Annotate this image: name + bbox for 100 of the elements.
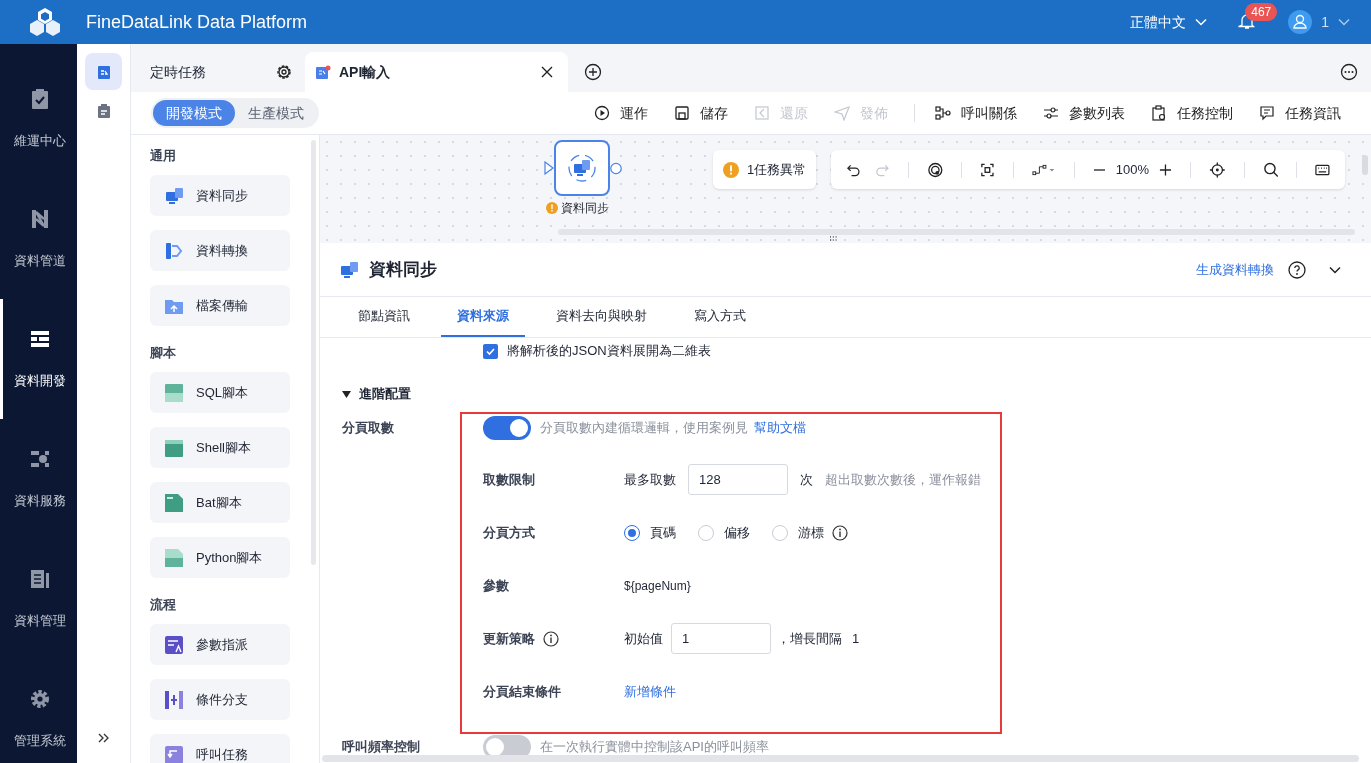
palette-item[interactable]: Bat腳本 (150, 482, 290, 523)
more-icon[interactable] (1340, 63, 1358, 81)
section-tab[interactable]: 資料去向與映射 (540, 296, 663, 337)
call-task-icon (164, 744, 184, 763)
toolbar-button[interactable]: 儲存 (674, 102, 728, 124)
input-field[interactable]: 128 (688, 464, 788, 495)
palette-item[interactable]: Shell腳本 (150, 427, 290, 468)
field-label: 更新策略 (483, 629, 535, 648)
revert-icon (754, 105, 770, 121)
field-label: 分頁結束條件 (483, 682, 561, 701)
nav-item[interactable]: 維運中心 (0, 59, 77, 179)
palette-item[interactable]: 資料轉換 (150, 230, 290, 271)
locate-icon[interactable] (1208, 160, 1226, 179)
help-icon[interactable] (1288, 260, 1306, 279)
step-value: 1 (852, 629, 860, 648)
mode-tab[interactable]: 開發模式 (153, 100, 235, 126)
clipboard-gear-icon (1151, 105, 1167, 121)
assign-icon (164, 634, 184, 655)
field-label: 初始值 (624, 629, 663, 648)
save-icon (674, 105, 690, 121)
message-icon (1259, 105, 1275, 121)
field-label: 呼叫頻率控制 (341, 738, 421, 757)
branch-icon (164, 689, 184, 710)
tab[interactable]: 定時任務 (131, 52, 305, 92)
section-title: 腳本 (150, 344, 177, 362)
palette-item[interactable]: SQL腳本 (150, 372, 290, 413)
radio-option[interactable]: 偏移 (698, 522, 750, 543)
server-icon (340, 259, 360, 280)
scrollbar[interactable] (322, 755, 1359, 762)
language-selector[interactable]: 正體中文 (1130, 11, 1209, 33)
settings-icon[interactable] (275, 63, 293, 81)
palette-item[interactable]: Python腳本 (150, 537, 290, 578)
task-node[interactable] (554, 140, 610, 196)
toolbar-button[interactable]: 任務資訊 (1259, 102, 1341, 124)
app-title: FineDataLink Data Platform (86, 10, 308, 34)
field-label: 取數限制 (483, 470, 535, 489)
output-port-icon[interactable] (610, 161, 622, 175)
section-header[interactable]: 進階配置 (359, 384, 411, 404)
keyboard-icon[interactable] (1315, 162, 1330, 177)
toggle-switch[interactable] (483, 416, 531, 440)
play-icon (594, 105, 610, 121)
avatar-icon[interactable] (1288, 10, 1313, 34)
toolbar-button[interactable]: 參數列表 (1043, 102, 1125, 124)
scrollbar[interactable] (1362, 155, 1368, 175)
help-text: 分頁取數內建循環邏輯，使用案例見 (540, 419, 748, 438)
add-condition-link[interactable]: 新增條件 (624, 681, 676, 702)
flow-icon (935, 105, 951, 121)
input-field[interactable]: 1 (671, 623, 771, 654)
caret-icon[interactable] (342, 389, 351, 399)
field-label: 分頁取數 (341, 419, 395, 438)
radio-option[interactable]: 頁碼 (624, 522, 676, 543)
section-title: 通用 (150, 147, 177, 165)
sql-file-icon (164, 382, 184, 403)
add-tab-icon[interactable] (584, 63, 602, 81)
zoom-in-icon[interactable] (1159, 162, 1172, 177)
checkbox[interactable] (483, 343, 498, 359)
nav-item[interactable]: 管理系統 (0, 659, 77, 763)
bat-file-icon (164, 492, 184, 513)
help-doc-link[interactable]: 幫助文檔 (754, 418, 806, 438)
toolbar-button[interactable]: 呼叫關係 (935, 102, 1017, 124)
generate-link[interactable]: 生成資料轉換 (1196, 259, 1274, 280)
palette-item[interactable]: 參數指派 (150, 624, 290, 665)
expand-icon[interactable] (96, 731, 111, 745)
nav-item[interactable]: 資料服務 (0, 419, 77, 539)
palette-item[interactable]: 呼叫任務 (150, 734, 290, 763)
scrollbar[interactable] (558, 229, 1355, 235)
section-tab[interactable]: 資料來源 (441, 296, 525, 337)
close-icon[interactable] (540, 65, 554, 79)
palette-item[interactable]: 檔案傳輸 (150, 285, 290, 326)
field-label: 參數 (483, 576, 509, 595)
toolbar-button[interactable]: 運作 (594, 102, 648, 124)
server-icon (567, 153, 597, 183)
warning-icon (723, 161, 739, 178)
section-tab[interactable]: 節點資訊 (342, 296, 426, 337)
info-icon[interactable] (543, 630, 559, 647)
warning-icon (545, 202, 558, 214)
toolbar-button[interactable]: 任務控制 (1151, 102, 1233, 124)
mode-tab[interactable]: 生產模式 (235, 100, 317, 126)
send-icon (834, 105, 850, 121)
scrollbar[interactable] (311, 140, 316, 565)
search-icon[interactable] (1262, 161, 1279, 178)
field-label: ，增長間隔 (777, 629, 842, 648)
user-name[interactable]: 1 (1321, 11, 1329, 33)
palette-item[interactable]: 資料同步 (150, 175, 290, 216)
nav-item[interactable]: 資料管道 (0, 179, 77, 299)
panel-title: 資料同步 (369, 258, 437, 281)
help-text: 在一次執行實體中控制該API的呼叫頻率 (540, 738, 769, 757)
info-icon[interactable] (832, 524, 848, 541)
sidebar-tool-button[interactable] (85, 53, 122, 90)
section-tab[interactable]: 寫入方式 (678, 296, 762, 337)
alert-chip[interactable]: 1任務異常 (713, 150, 817, 189)
server-icon (164, 185, 184, 206)
radio-option[interactable]: 游標 (772, 522, 824, 543)
tab[interactable]: API輸入 (305, 52, 568, 92)
nav-item[interactable]: 資料管理 (0, 539, 77, 659)
fit-screen-icon[interactable] (980, 161, 995, 178)
palette-item[interactable]: 條件分支 (150, 679, 290, 720)
sliders-icon (1043, 105, 1059, 121)
unit-label: 次 (800, 470, 813, 489)
python-file-icon (164, 547, 184, 568)
